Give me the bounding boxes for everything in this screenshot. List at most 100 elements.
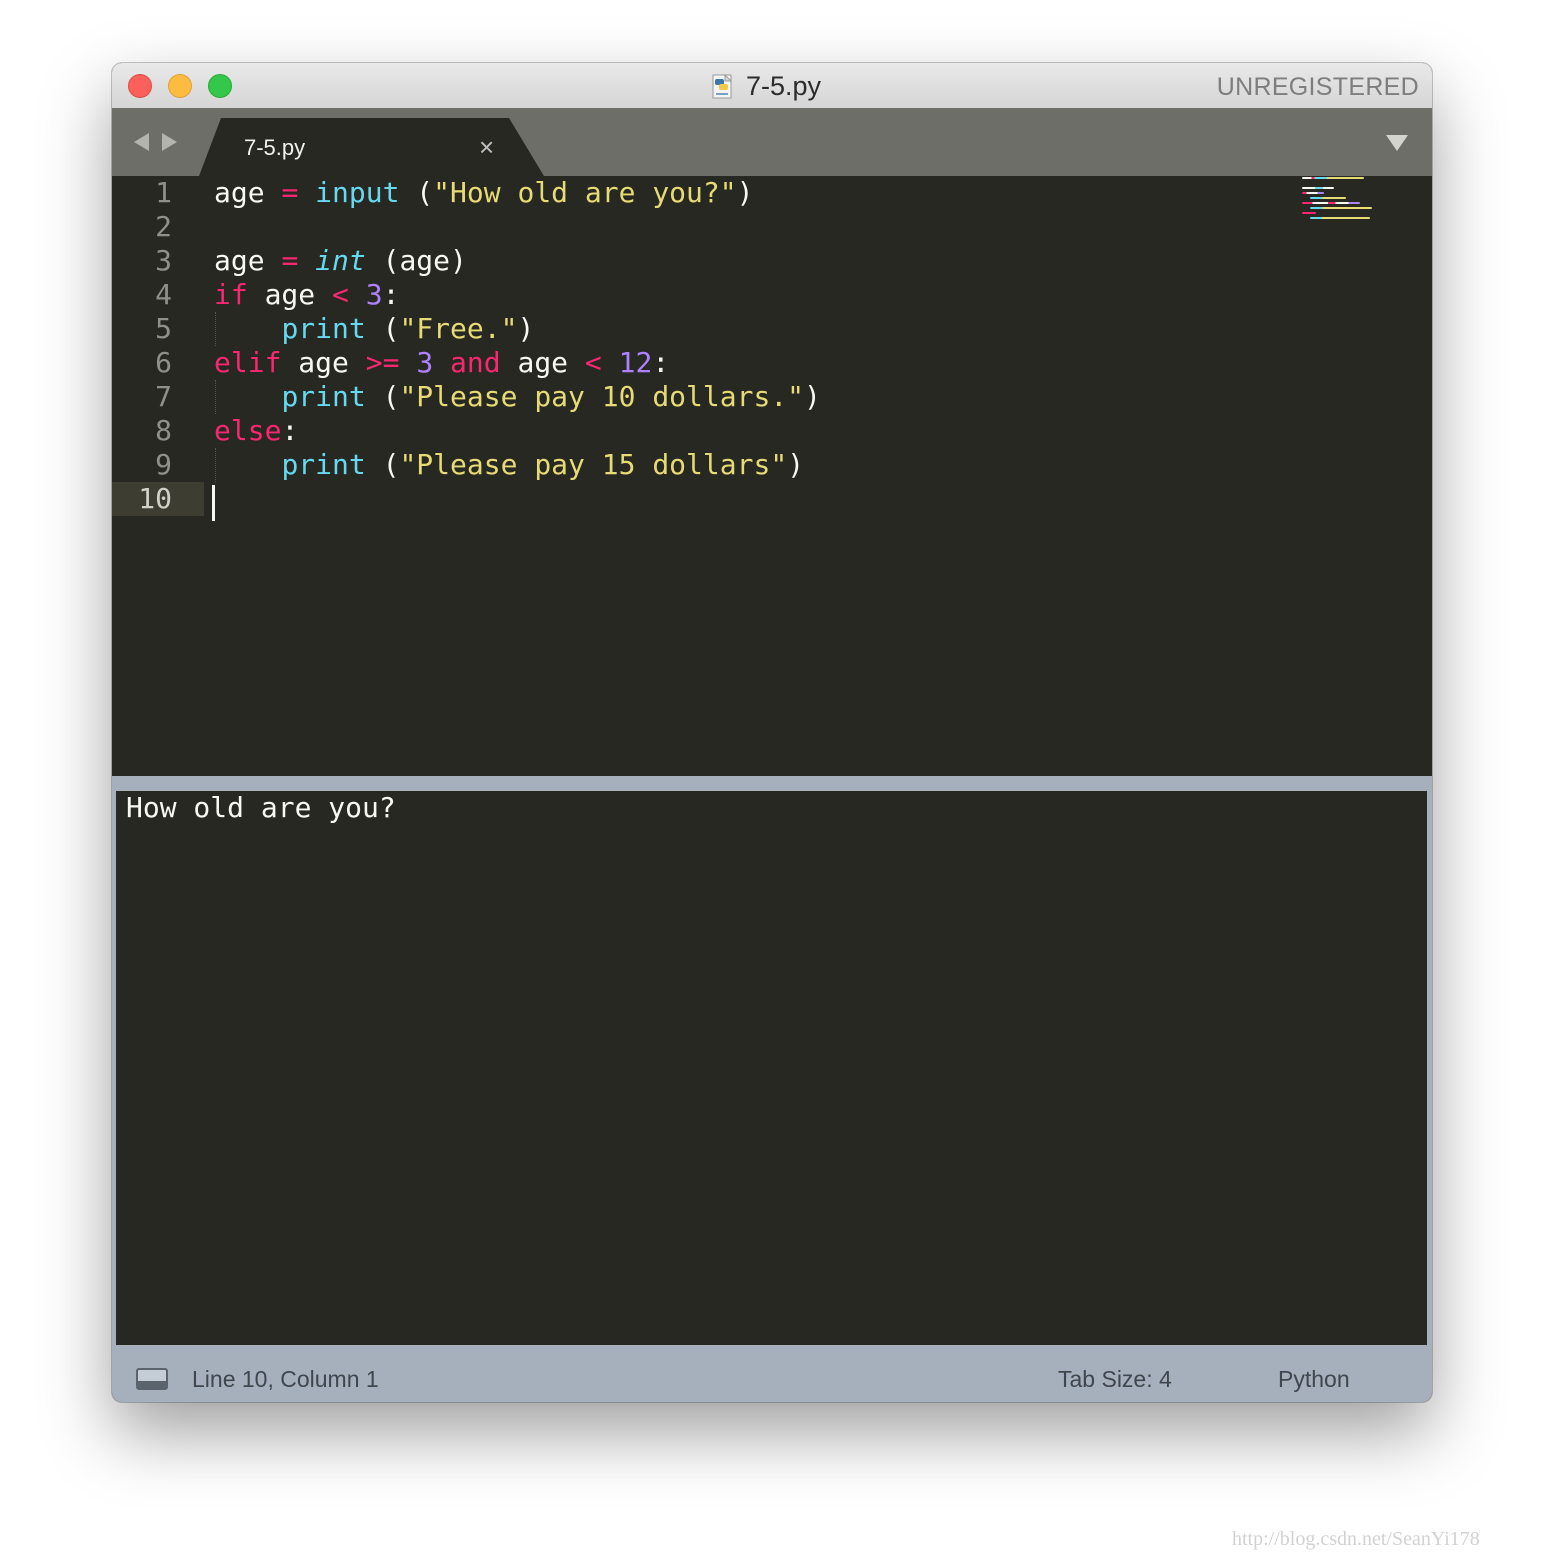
code-editor[interactable]: 1 age = input ("How old are you?") 2 3 age =…: [112, 176, 1432, 776]
line-gutter: 6: [112, 346, 204, 380]
code-token: "Please pay 15 dollars": [399, 448, 788, 481]
line-gutter: 3: [112, 244, 204, 278]
code-token: "How old are you?": [433, 176, 737, 209]
maximize-window-button[interactable]: [208, 74, 232, 98]
line-code: elif age >= 3 and age < 12:: [214, 346, 669, 380]
line-number: 3: [155, 244, 172, 277]
code-token: ): [517, 312, 535, 345]
code-line[interactable]: 10: [112, 482, 1432, 521]
line-gutter: 9: [112, 448, 204, 482]
code-token: 12: [618, 346, 653, 379]
minimize-window-button[interactable]: [168, 74, 192, 98]
line-number: 10: [138, 482, 172, 515]
tab-size-setting[interactable]: Tab Size: 4: [1058, 1366, 1172, 1393]
code-line[interactable]: 9 print ("Please pay 15 dollars"): [112, 448, 1432, 482]
line-number: 6: [155, 346, 172, 379]
line-number: 4: [155, 278, 172, 311]
close-window-button[interactable]: [128, 74, 152, 98]
code-token: :: [652, 346, 670, 379]
line-gutter: 5: [112, 312, 204, 346]
code-token: (age): [365, 244, 467, 277]
tab-7-5-py[interactable]: 7-5.py ×: [199, 118, 544, 176]
license-status: UNREGISTERED: [1216, 73, 1419, 101]
code-token: int: [315, 244, 366, 277]
code-token: (: [365, 312, 400, 345]
code-token: =: [281, 176, 299, 209]
line-code: print ("Free."): [214, 312, 534, 346]
code-line[interactable]: 3 age = int (age): [112, 244, 1432, 278]
line-gutter: 7: [112, 380, 204, 414]
cursor-position[interactable]: Line 10, Column 1: [192, 1366, 379, 1393]
python-file-icon: [712, 73, 733, 99]
line-gutter: 10: [112, 482, 204, 516]
code-token: 3: [416, 346, 434, 379]
tab-label: 7-5.py: [244, 135, 306, 160]
code-token: "Free.": [399, 312, 518, 345]
title-bar[interactable]: 7-5.py UNREGISTERED: [112, 63, 1432, 109]
code-line[interactable]: 8 else:: [112, 414, 1432, 448]
line-gutter: 8: [112, 414, 204, 448]
next-tab-icon[interactable]: [162, 133, 177, 151]
code-token: print: [281, 380, 366, 413]
code-token: :: [382, 278, 400, 311]
line-number: 5: [155, 312, 172, 345]
code-line[interactable]: 1 age = input ("How old are you?"): [112, 176, 1432, 210]
tab-bar: 7-5.py ×: [112, 108, 1432, 176]
code-line[interactable]: 7 print ("Please pay 10 dollars."): [112, 380, 1432, 414]
code-token: age: [281, 346, 366, 379]
line-number: 1: [155, 176, 172, 209]
line-gutter: 4: [112, 278, 204, 312]
line-number: 7: [155, 380, 172, 413]
code-token: >=: [365, 346, 400, 379]
code-token: (: [365, 380, 400, 413]
tab-list-dropdown-icon[interactable]: [1386, 135, 1408, 151]
code-token: ): [787, 448, 805, 481]
code-token: print: [281, 448, 366, 481]
build-output-panel[interactable]: How old are you?: [116, 791, 1427, 1345]
code-token: 3: [365, 278, 383, 311]
panel-toggle-icon[interactable]: [136, 1368, 168, 1390]
code-line[interactable]: 4 if age < 3:: [112, 278, 1432, 312]
build-output-frame: How old are you?: [112, 791, 1432, 1358]
watermark: http://blog.csdn.net/SeanYi178: [1232, 1528, 1480, 1550]
line-code: age = input ("How old are you?"): [214, 176, 753, 210]
line-number: 9: [155, 448, 172, 481]
code-token: age: [500, 346, 585, 379]
code-token: else: [214, 414, 282, 447]
code-line[interactable]: 5 print ("Free."): [112, 312, 1432, 346]
line-gutter: 2: [112, 210, 204, 244]
line-code: if age < 3:: [214, 278, 399, 312]
indent-guide: [215, 448, 216, 482]
code-token: (: [399, 176, 434, 209]
minimap[interactable]: [1302, 177, 1374, 222]
build-output-text: How old are you?: [126, 791, 396, 824]
line-code: age = int (age): [214, 244, 467, 278]
syntax-selector[interactable]: Python: [1278, 1366, 1350, 1393]
line-code: else:: [214, 414, 298, 448]
panel-divider[interactable]: [112, 776, 1432, 791]
previous-tab-icon[interactable]: [134, 133, 149, 151]
code-token: =: [281, 244, 299, 277]
tab-close-icon[interactable]: ×: [479, 132, 494, 163]
indent-guide: [215, 312, 216, 346]
code-token: input: [315, 176, 400, 209]
code-token: if: [214, 278, 248, 311]
window-title: 7-5.py: [746, 70, 822, 101]
text-cursor: [212, 485, 215, 521]
line-code: print ("Please pay 15 dollars"): [214, 448, 804, 482]
line-number: 2: [155, 210, 172, 243]
code-line[interactable]: 2: [112, 210, 1432, 244]
code-token: "Please pay 10 dollars.": [399, 380, 805, 413]
indent-guide: [215, 380, 216, 414]
code-line[interactable]: 6 elif age >= 3 and age < 12:: [112, 346, 1432, 380]
code-token: age: [214, 244, 282, 277]
code-token: <: [332, 278, 349, 311]
